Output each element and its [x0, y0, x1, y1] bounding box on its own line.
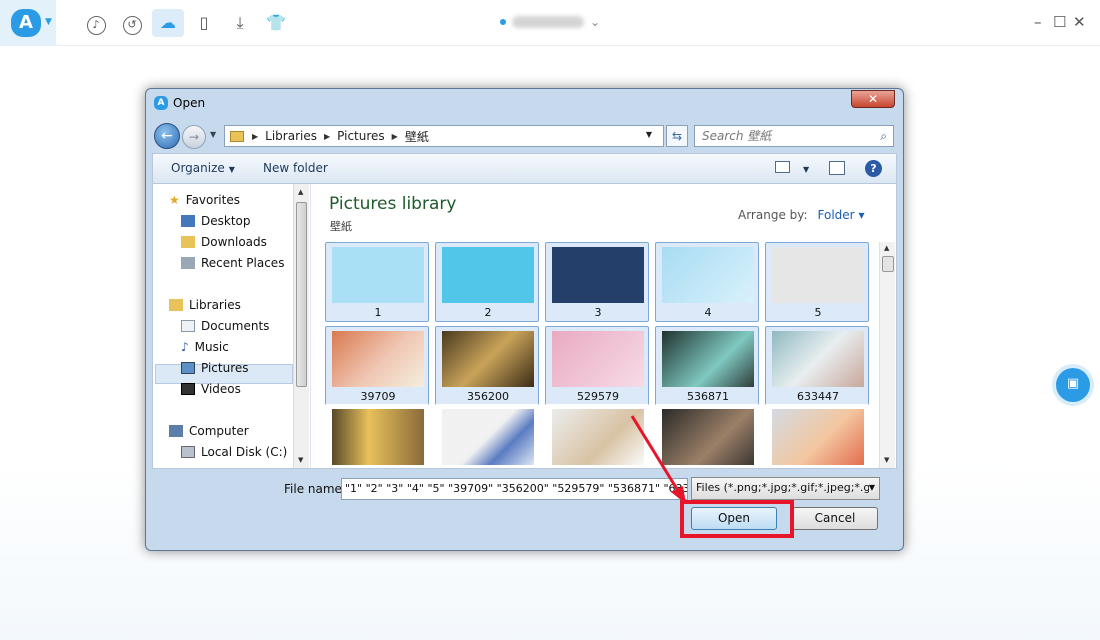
annotation-arrow	[630, 415, 686, 504]
annotation-highlight-box	[680, 500, 794, 538]
